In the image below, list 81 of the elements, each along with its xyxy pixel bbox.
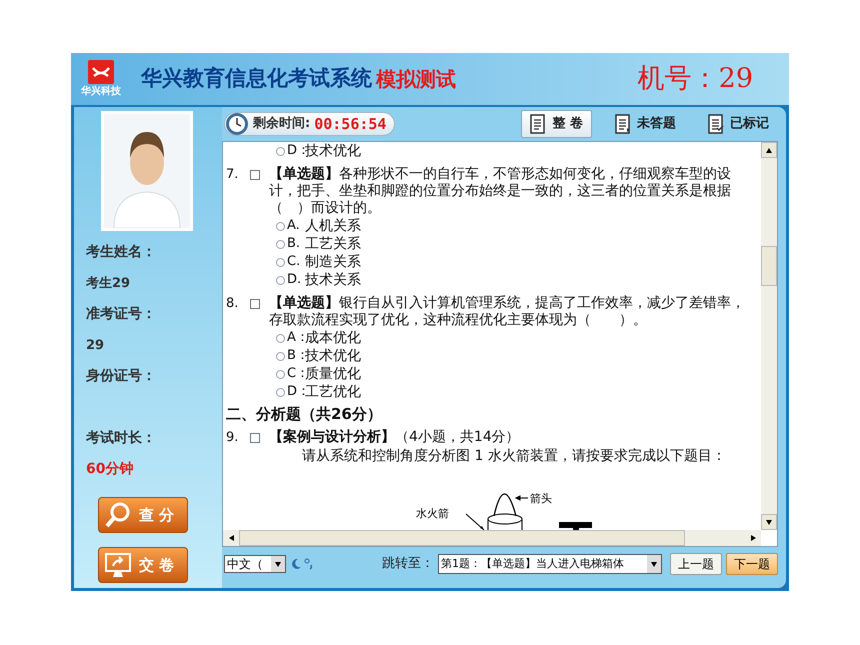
clock-icon <box>225 112 249 136</box>
field-label: 身份证号： <box>86 367 157 386</box>
option-text: 工艺关系 <box>305 234 361 254</box>
mode-label: 模拟测试 <box>376 66 456 93</box>
punctuation-icon <box>304 558 314 570</box>
radio-button[interactable] <box>276 222 285 230</box>
radio-button[interactable] <box>276 334 285 342</box>
radio-button[interactable] <box>276 370 285 378</box>
option-text: 人机关系 <box>305 216 361 236</box>
filter-tab[interactable]: 整 卷 <box>521 110 592 138</box>
section-heading: 二、分析题（共26分） <box>226 404 383 423</box>
option-letter: C： <box>287 365 305 384</box>
next-button[interactable]: 下一题 <box>726 553 778 575</box>
option-text: 质量优化 <box>305 364 361 384</box>
mark-checkbox[interactable] <box>250 170 260 180</box>
jump-select[interactable]: 第1题：【单选题】当人进入电梯箱体 <box>438 554 662 574</box>
machine-number: 机号：29 <box>638 62 753 96</box>
radio-button[interactable] <box>276 276 285 284</box>
question-text: 【单选题】各种形状不一的自行车，不管形态如何变化，仔细观察车型的设计，把手、坐垫和脚蹬的位置分布始终是一致的，这三者的位置关系是根据（ ）而设计的。 <box>269 166 732 217</box>
radio-button[interactable] <box>276 388 285 396</box>
option-text: 制造关系 <box>305 252 361 272</box>
document-icon <box>615 114 631 134</box>
timer-value: 00:56:54 <box>314 114 386 135</box>
app-title: 华兴教育信息化考试系统 <box>141 65 372 92</box>
previous-button[interactable]: 上一题 <box>670 553 722 575</box>
radio-button[interactable] <box>276 258 285 266</box>
vertical-scrollbar[interactable] <box>761 142 777 530</box>
radio-button[interactable] <box>276 352 285 360</box>
moon-icon <box>290 558 302 570</box>
option-text: 技术优化 <box>305 142 361 160</box>
option-letter: D： <box>287 383 305 402</box>
up-arrow-icon <box>765 146 773 154</box>
document-icon <box>708 114 724 134</box>
filter-tab[interactable]: 未答题 <box>606 110 685 138</box>
logo-icon <box>88 60 114 84</box>
timer-label: 剩余时间: <box>253 115 310 134</box>
right-arrow-icon <box>749 534 757 542</box>
option-letter: A. <box>287 217 301 236</box>
scroll-thumb[interactable] <box>761 246 777 286</box>
question-text: 【案例与设计分析】（4小题，共14分） <box>269 429 521 446</box>
jump-label: 跳转至： <box>382 555 434 574</box>
document-icon <box>530 114 546 134</box>
scroll-thumb[interactable] <box>239 530 685 546</box>
dropdown-icon <box>650 560 658 568</box>
option-letter: A： <box>287 329 305 348</box>
radio-button[interactable] <box>276 240 285 248</box>
scroll-up-button[interactable] <box>761 142 777 158</box>
company-name: 华兴科技 <box>81 84 121 98</box>
duration-value: 60分钟 <box>86 460 134 479</box>
mark-checkbox[interactable] <box>250 433 260 443</box>
option-letter: B： <box>287 347 305 366</box>
horizontal-scrollbar[interactable] <box>223 530 761 546</box>
magnifier-icon <box>105 502 131 528</box>
instruction-text: 请从系统和控制角度分析图 1 水火箭装置，请按要求完成以下题目： <box>301 447 727 464</box>
option-letter: D. <box>287 271 302 290</box>
question-number: 8. <box>226 295 240 312</box>
field-value: 29 <box>86 337 106 355</box>
option-letter: B. <box>287 235 302 254</box>
filter-tab[interactable]: 已标记 <box>699 110 778 138</box>
scroll-down-button[interactable] <box>761 514 777 530</box>
monitor-icon <box>105 552 131 578</box>
down-arrow-icon <box>765 518 773 526</box>
option-text: 工艺优化 <box>305 382 361 402</box>
question-text: 【单选题】银行自从引入计算机管理系统，提高了工作效率，减少了差错率，存取款流程实现了优化，这种流程优化主要体现为（ ）。 <box>269 295 746 329</box>
mark-checkbox[interactable] <box>250 299 260 309</box>
field-value: 考生29 <box>86 275 132 293</box>
option-text: 成本优化 <box>305 328 361 348</box>
dropdown-icon <box>274 560 282 568</box>
option-text: 技术关系 <box>305 270 361 290</box>
radio-button[interactable] <box>276 146 285 156</box>
option-letter: C. <box>287 253 302 272</box>
option-text: 技术优化 <box>305 346 361 366</box>
question-number: 7. <box>226 166 240 183</box>
question-number: 9. <box>226 429 240 446</box>
field-label: 准考证号： <box>86 305 157 324</box>
ime-select[interactable]: 中文（ <box>224 555 286 573</box>
field-label: 考生姓名： <box>86 243 157 262</box>
left-arrow-icon <box>227 534 235 542</box>
water-rocket-drawing: 水火箭 箭头 <box>416 484 616 530</box>
field-label: 考试时长： <box>86 429 157 448</box>
option-letter: D： <box>287 142 305 160</box>
